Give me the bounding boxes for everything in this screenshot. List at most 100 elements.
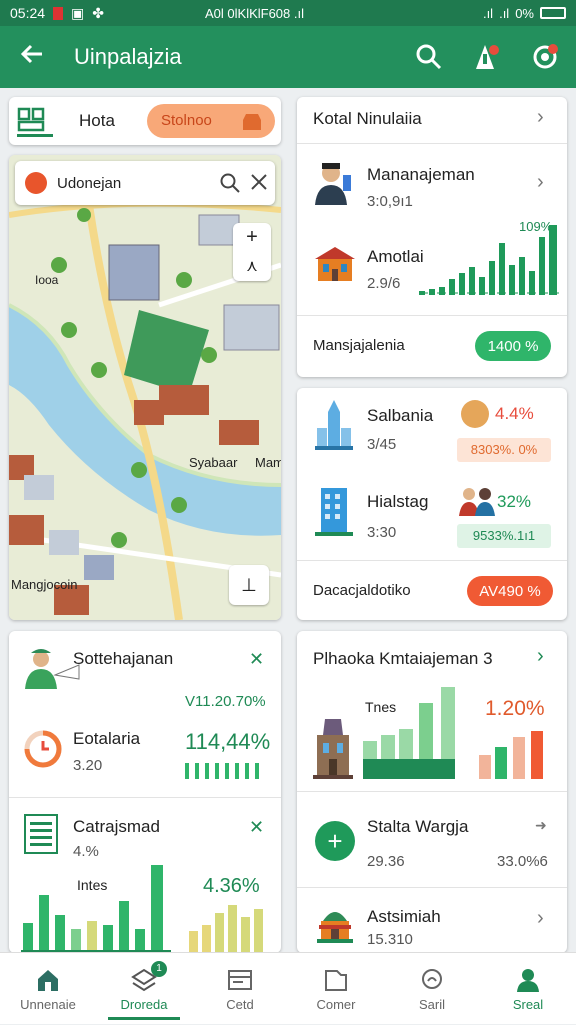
close-icon[interactable]: ✕ bbox=[249, 649, 264, 670]
salbania-card: Salbania 3/45 4.4% 8303%. 0% Hialstag 3:… bbox=[297, 388, 567, 620]
tower-icon bbox=[313, 398, 355, 457]
divider bbox=[297, 315, 567, 316]
office-building-icon bbox=[313, 484, 355, 541]
catraj-bar-chart bbox=[21, 865, 263, 953]
monument-icon bbox=[311, 715, 355, 786]
card-title: Plhaoka Kmtaiajeman 3 bbox=[313, 649, 493, 668]
chevron-right-icon[interactable]: › bbox=[537, 171, 544, 194]
bottom-navigation: Unnenaie 1 Droreda Cetd Comer Saril Srea… bbox=[0, 952, 576, 1024]
status-center-text: A0l 0lKlKlF608 .ıl bbox=[205, 5, 304, 21]
zoom-in-icon[interactable]: + bbox=[233, 223, 271, 252]
kotal-bar-chart bbox=[419, 225, 559, 295]
home-icon bbox=[35, 967, 61, 993]
progress-ring-icon bbox=[23, 729, 63, 774]
stolnoo-chip[interactable]: Stolnoo bbox=[147, 104, 275, 138]
row-title: Hialstag bbox=[367, 492, 429, 511]
footer-label: Mansjajalenia bbox=[313, 337, 405, 354]
row-percent: 32% bbox=[497, 492, 532, 511]
battery-icon bbox=[540, 7, 566, 19]
row-value: 3:30 bbox=[367, 524, 397, 541]
search-icon[interactable] bbox=[219, 172, 241, 199]
row-value: 4.% bbox=[73, 843, 99, 860]
arrow-right-icon[interactable]: ➜ bbox=[535, 817, 547, 834]
search-icon[interactable] bbox=[414, 42, 444, 72]
nav-label: Cetd bbox=[226, 997, 254, 1012]
nav-label: Comer bbox=[316, 997, 356, 1012]
grid-icon bbox=[15, 105, 55, 137]
nav-item-card[interactable]: Cetd bbox=[192, 953, 288, 1025]
divider bbox=[297, 143, 567, 144]
map-search-box[interactable]: Udonejan bbox=[15, 161, 275, 205]
row-title: Stalta Wargja bbox=[367, 817, 469, 836]
nav-item-folder[interactable]: Comer bbox=[288, 953, 384, 1025]
row-value: 3.20 bbox=[73, 757, 103, 774]
chip-label: Stolnoo bbox=[161, 112, 212, 129]
status-time: 05:24 bbox=[10, 5, 46, 21]
footer-label: Dacacjaldotiko bbox=[313, 582, 411, 599]
map-search-input[interactable]: Udonejan bbox=[57, 175, 121, 192]
footer-pill[interactable]: AV490 % bbox=[467, 576, 553, 606]
row-value: 29.36 bbox=[367, 853, 405, 870]
mosque-icon bbox=[313, 901, 357, 950]
nav-item-home[interactable]: Unnenaie bbox=[0, 953, 96, 1025]
divider bbox=[9, 797, 281, 798]
notification-icon bbox=[53, 6, 64, 20]
wifi-icon: .ıl bbox=[499, 5, 510, 21]
tab-hota[interactable]: Hota bbox=[79, 111, 115, 131]
divider bbox=[297, 560, 567, 561]
shop-icon bbox=[241, 112, 263, 135]
nav-badge: 1 bbox=[151, 961, 167, 977]
nav-label: Droreda bbox=[120, 997, 168, 1012]
map-label: Mam bbox=[255, 455, 281, 470]
compass-icon[interactable]: ⋏ bbox=[233, 252, 271, 281]
row-badge: 8303%. 0% bbox=[457, 438, 551, 462]
map-view[interactable]: Udonejan + ⋏ ⊥ Iooa Syabaar Mam Mangjoco… bbox=[9, 155, 281, 620]
nav-item-profile[interactable]: Sreal bbox=[480, 953, 576, 1025]
card-icon bbox=[227, 967, 253, 993]
row-title: Mananajeman bbox=[367, 165, 475, 184]
plhaoka-card: Plhaoka Kmtaiajeman 3 › Tnes 1.20% + Sta… bbox=[297, 631, 567, 953]
row-value-right: 33.0%6 bbox=[497, 853, 548, 870]
alert-icon[interactable] bbox=[470, 42, 500, 72]
chevron-right-icon[interactable]: › bbox=[537, 645, 544, 668]
settings-icon[interactable] bbox=[530, 42, 560, 72]
row-title: Astsimiah bbox=[367, 907, 441, 926]
image-icon: ▣ bbox=[71, 4, 85, 21]
chevron-right-icon[interactable]: › bbox=[537, 106, 544, 129]
active-indicator bbox=[108, 1017, 180, 1020]
divider bbox=[297, 791, 567, 792]
pin-icon: ✤ bbox=[92, 4, 105, 21]
map-label: Iooa bbox=[35, 273, 59, 287]
back-arrow-icon[interactable] bbox=[18, 40, 46, 75]
footer-pill[interactable]: 1400 % bbox=[475, 331, 551, 361]
map-label: Syabaar bbox=[189, 455, 238, 470]
status-bar: 05:24 ▣ ✤ A0l 0lKlKlF608 .ıl .ıl .ıl 0% bbox=[0, 0, 576, 26]
hota-tab-card: Hota Stolnoo bbox=[9, 97, 281, 145]
nav-item-search[interactable]: Saril bbox=[384, 953, 480, 1025]
add-icon[interactable]: + bbox=[315, 821, 355, 861]
app-bar: Uinpalajzia bbox=[0, 26, 576, 88]
nav-item-map[interactable]: 1 Droreda bbox=[96, 953, 192, 1025]
row-title: Salbania bbox=[367, 406, 434, 425]
signal-icon: .ıl bbox=[482, 5, 494, 21]
map-icon: 1 bbox=[131, 961, 167, 993]
card-title: Catrajsmad bbox=[73, 817, 160, 836]
mini-bars bbox=[185, 763, 259, 779]
plhaoka-bar-chart bbox=[363, 687, 543, 779]
kotal-card: Kotal Ninulaiia › Mananajeman 3:0,9ı1 › … bbox=[297, 97, 567, 377]
card-title: Kotal Ninulaiia bbox=[313, 109, 422, 128]
row-title: Eotalaria bbox=[73, 729, 141, 748]
chevron-right-icon[interactable]: › bbox=[537, 907, 544, 930]
close-icon[interactable]: ✕ bbox=[249, 817, 264, 838]
close-icon[interactable] bbox=[249, 172, 269, 197]
layers-icon[interactable]: ⊥ bbox=[229, 565, 269, 605]
map-label: Mangjocoin bbox=[11, 577, 78, 592]
row-percent: 114,44% bbox=[185, 729, 271, 754]
nav-label: Unnenaie bbox=[20, 997, 76, 1012]
avatar bbox=[461, 400, 489, 428]
folder-icon bbox=[323, 967, 349, 993]
spreadsheet-icon bbox=[23, 813, 59, 860]
sottehajanan-card: Sottehajanan ✕ V11.20.70% Eotalaria 3.20… bbox=[9, 631, 281, 953]
zoom-controls: + ⋏ bbox=[233, 223, 271, 281]
nav-label: Sreal bbox=[512, 997, 544, 1012]
